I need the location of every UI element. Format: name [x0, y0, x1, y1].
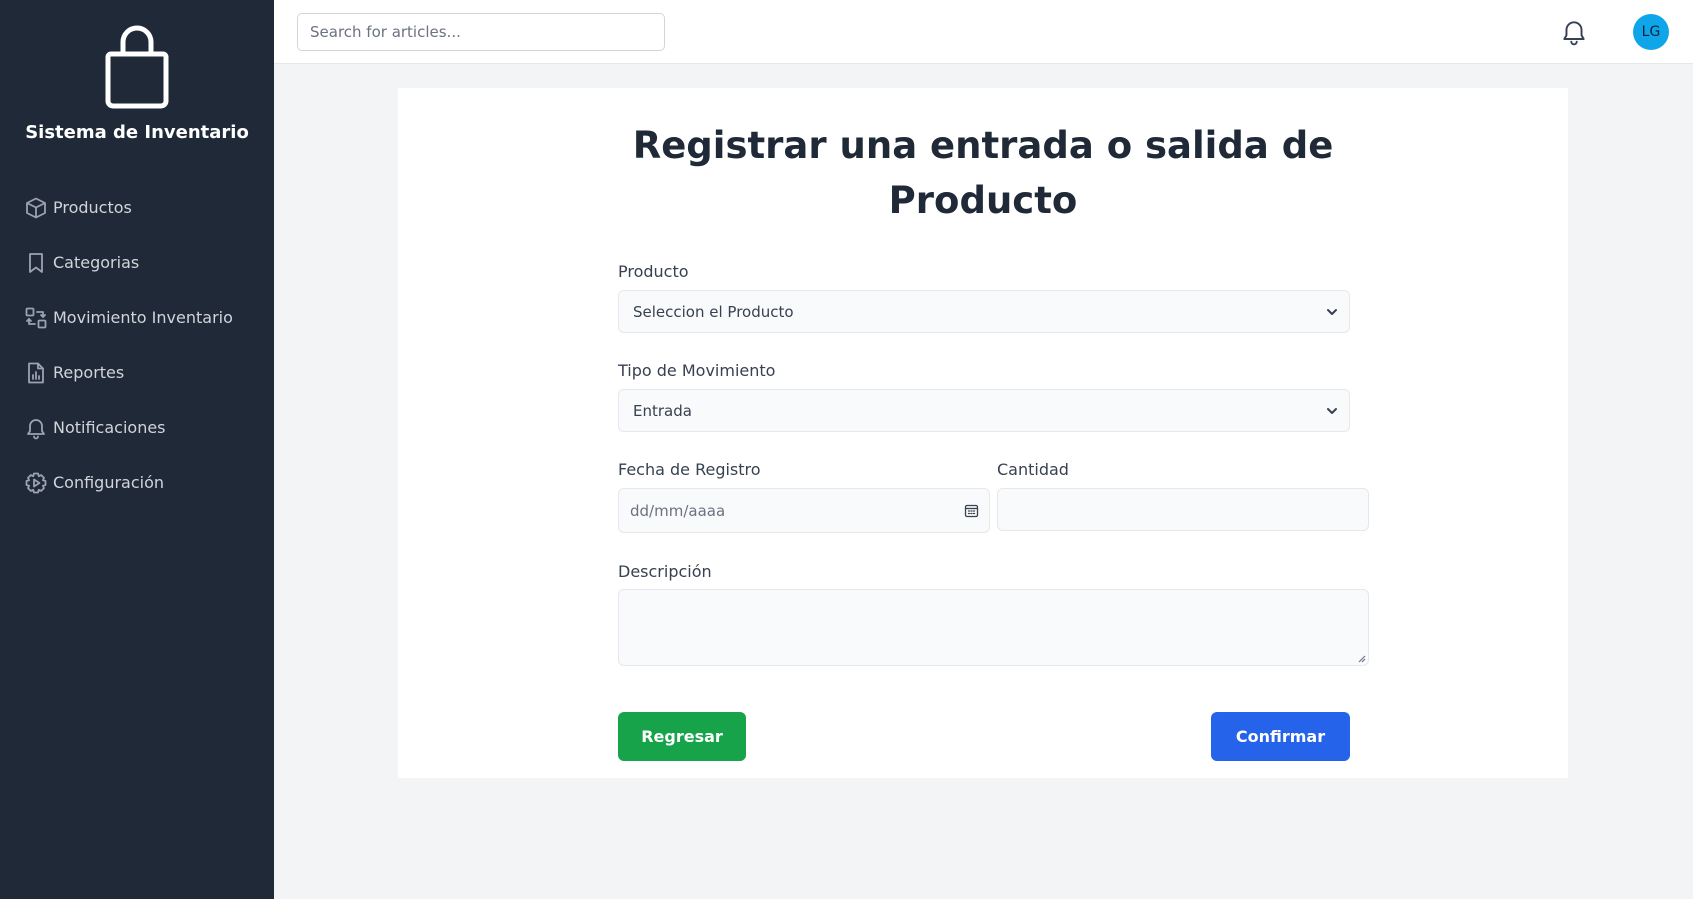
descripcion-textarea[interactable] — [618, 589, 1369, 666]
chevron-down-icon — [1327, 309, 1337, 315]
movement-form-card: Registrar una entrada o salida de Produc… — [398, 88, 1568, 778]
sidebar: Sistema de Inventario Productos Categori… — [0, 0, 274, 899]
sidebar-item-label: Productos — [53, 198, 132, 217]
bell-icon — [27, 418, 45, 439]
page-title: Registrar una entrada o salida de Produc… — [398, 118, 1568, 228]
page-title-line-2: Producto — [888, 179, 1078, 222]
fecha-placeholder: dd/mm/aaaa — [630, 501, 726, 520]
avatar[interactable]: LG — [1633, 14, 1669, 50]
fecha-registro-input[interactable]: dd/mm/aaaa — [618, 488, 990, 533]
sidebar-item-productos[interactable]: Productos — [24, 180, 264, 235]
sidebar-item-label: Notificaciones — [53, 418, 166, 437]
cube-icon — [26, 197, 46, 218]
tipo-movimiento-label: Tipo de Movimiento — [618, 361, 776, 380]
cantidad-input[interactable] — [997, 488, 1369, 531]
producto-label: Producto — [618, 262, 689, 281]
page-title-line-1: Registrar una entrada o salida de — [632, 124, 1334, 167]
fecha-registro-label: Fecha de Registro — [618, 460, 761, 479]
tipo-movimiento-select-value: Entrada — [633, 401, 692, 420]
sidebar-item-configuracion[interactable]: Configuración — [24, 455, 264, 510]
report-document-icon — [28, 362, 44, 383]
bookmark-icon — [29, 252, 43, 273]
topbar: LG — [274, 0, 1693, 64]
sidebar-item-movimiento-inventario[interactable]: Movimiento Inventario — [24, 290, 264, 345]
sidebar-item-reportes[interactable]: Reportes — [24, 345, 264, 400]
producto-select-value: Seleccion el Producto — [633, 302, 794, 321]
sidebar-item-label: Movimiento Inventario — [53, 308, 233, 327]
sidebar-item-notificaciones[interactable]: Notificaciones — [24, 400, 264, 455]
cantidad-label: Cantidad — [997, 460, 1069, 479]
back-button[interactable]: Regresar — [618, 712, 746, 761]
brand: Sistema de Inventario — [0, 22, 274, 143]
resize-grip-icon[interactable] — [1357, 654, 1366, 663]
producto-select[interactable]: Seleccion el Producto — [618, 290, 1350, 333]
settings-gear-icon — [25, 472, 47, 493]
app-title: Sistema de Inventario — [25, 122, 249, 143]
tipo-movimiento-select[interactable]: Entrada — [618, 389, 1350, 432]
notifications-bell-icon[interactable] — [1561, 18, 1587, 46]
search-input[interactable] — [297, 13, 665, 51]
calendar-icon[interactable] — [964, 503, 979, 518]
sidebar-item-label: Categorias — [53, 253, 140, 272]
sidebar-item-label: Reportes — [53, 363, 125, 382]
chevron-down-icon — [1327, 408, 1337, 414]
descripcion-label: Descripción — [618, 562, 712, 581]
sidebar-nav: Productos Categorias Movimiento Inventar… — [24, 180, 264, 510]
shopping-bag-icon — [105, 25, 169, 109]
arrows-exchange-icon — [25, 307, 47, 328]
sidebar-item-label: Configuración — [53, 473, 165, 492]
confirm-button[interactable]: Confirmar — [1211, 712, 1350, 761]
sidebar-item-categorias[interactable]: Categorias — [24, 235, 264, 290]
